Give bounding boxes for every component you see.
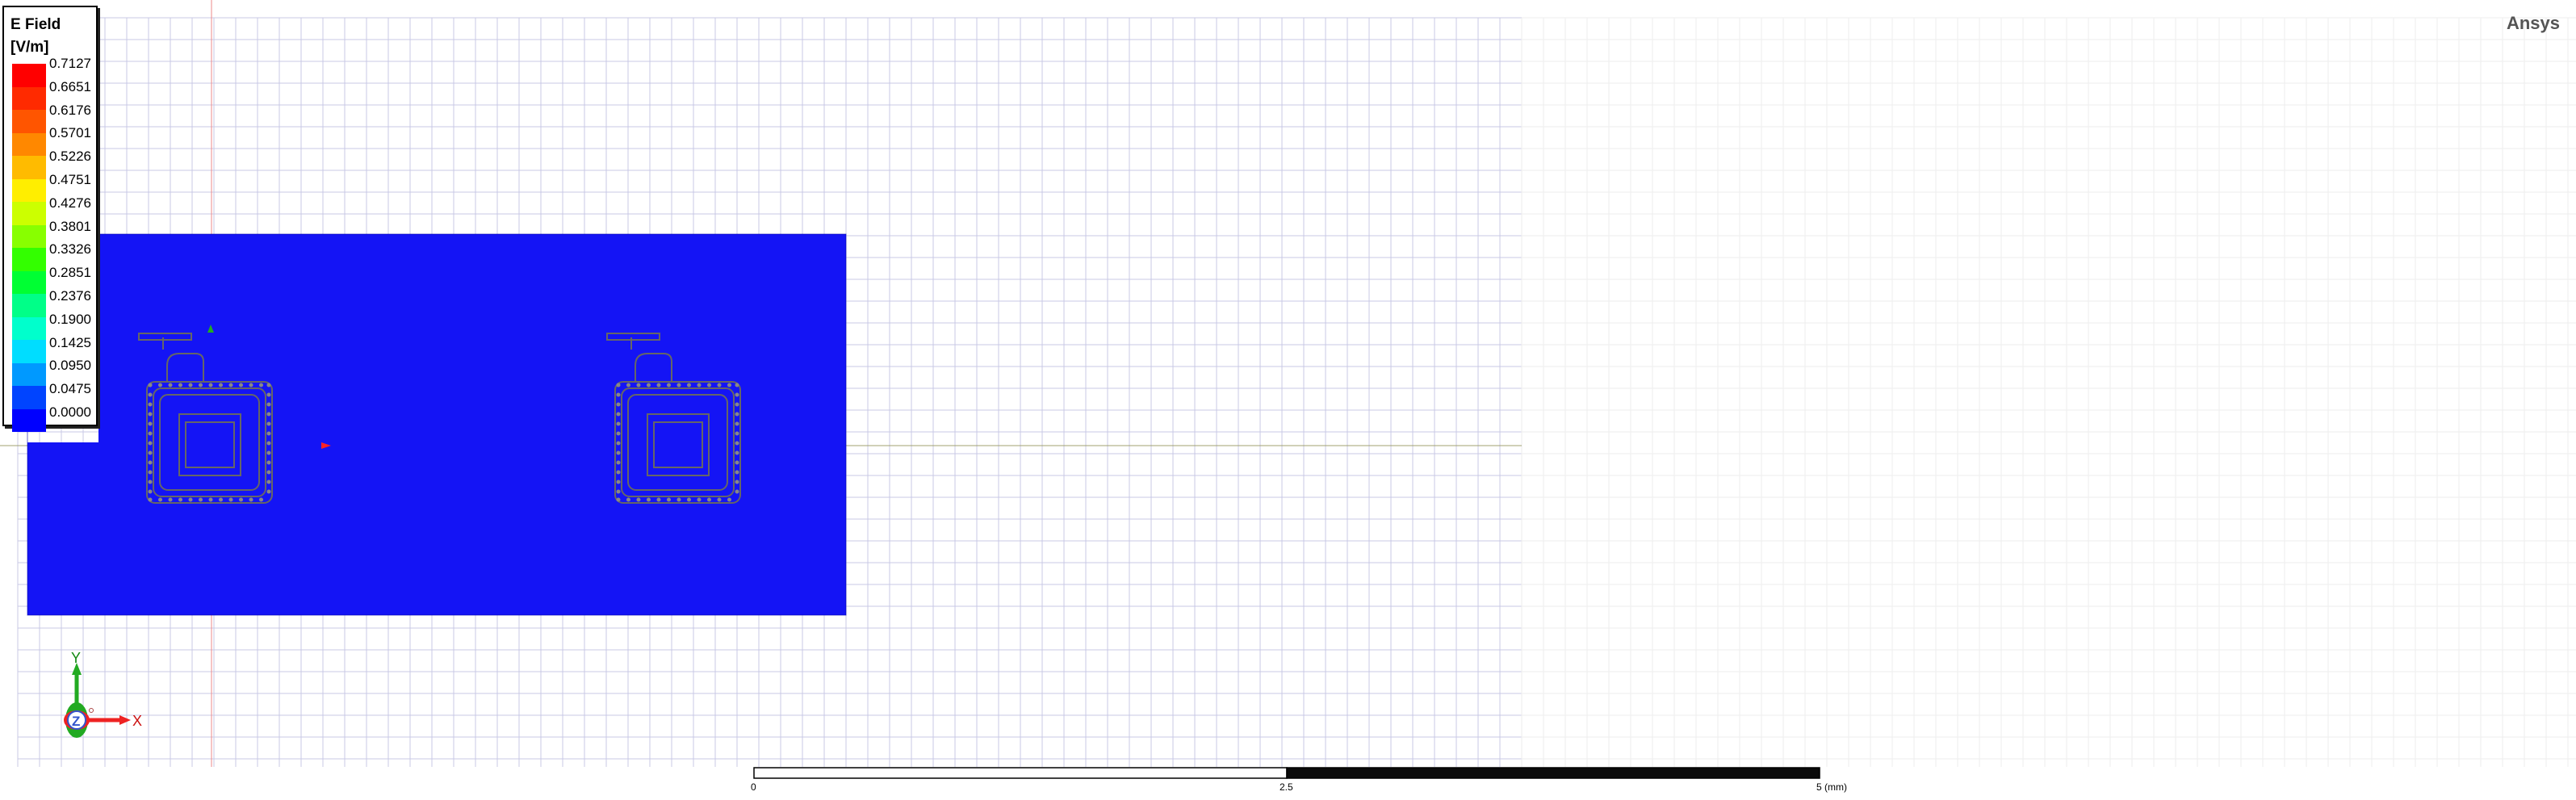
scale-bar (753, 767, 1820, 779)
legend-swatch (12, 362, 46, 386)
model-canvas[interactable] (0, 0, 2576, 800)
legend-swatch (12, 178, 46, 202)
legend-value-label: 0.3326 (49, 241, 91, 258)
legend-value-label: 0.4751 (49, 171, 91, 187)
legend-value-label: 0.4276 (49, 195, 91, 211)
legend-swatch (12, 408, 46, 432)
legend-value-label: 0.6176 (49, 102, 91, 118)
legend-swatch (12, 386, 46, 409)
legend-value-label: 0.2851 (49, 265, 91, 281)
legend-swatch (12, 110, 46, 133)
triad-x-label: X (132, 713, 142, 729)
legend-value-label: 0.5226 (49, 149, 91, 165)
legend-swatch (12, 294, 46, 317)
legend-units: [V/m] (10, 39, 49, 56)
legend-swatch (12, 86, 46, 110)
legend-swatch (12, 316, 46, 340)
legend-value-label: 0.1425 (49, 334, 91, 350)
color-legend[interactable]: E Field [V/m] 0.7127 0.6651 0.6176 0.5701 0.… (2, 6, 98, 432)
legend-value-label: 0.2376 (49, 287, 91, 304)
legend-value-label: 0.5701 (49, 125, 91, 141)
legend-value-label: 0.7127 (49, 56, 91, 71)
legend-value-label: 0.6651 (49, 78, 91, 94)
background-grid-faint (1521, 17, 2576, 767)
legend-swatch (12, 248, 46, 271)
legend-values: 0.7127 0.6651 0.6176 0.5701 0.5226 0.4751 0.42… (49, 57, 91, 429)
legend-value-label: 0.0950 (49, 358, 91, 374)
legend-swatch (12, 270, 46, 294)
axis-triad[interactable]: Y X Z (48, 651, 153, 748)
legend-swatch (12, 132, 46, 156)
legend-swatch (12, 224, 46, 248)
scale-label-0: 0 (751, 781, 756, 793)
legend-swatch (12, 156, 46, 179)
legend-color-bar (12, 64, 46, 432)
legend-title: E Field (10, 16, 61, 33)
scale-label-5mm: 5 (mm) (1816, 781, 1847, 793)
legend-swatch (12, 202, 46, 225)
scale-label-2_5: 2.5 (1280, 781, 1293, 793)
legend-swatch (12, 64, 46, 87)
legend-value-label: 0.0000 (49, 404, 91, 420)
legend-value-label: 0.0475 (49, 381, 91, 397)
legend-swatch (12, 340, 46, 363)
triad-y-label: Y (71, 651, 81, 666)
legend-value-label: 0.3801 (49, 218, 91, 234)
legend-value-label: 0.1900 (49, 311, 91, 327)
brand-logo: Ansys (2506, 13, 2560, 33)
triad-z-label: Z (72, 714, 80, 729)
3d-viewport[interactable]: 0 2.5 5 (mm) Ansys E Field [V/m] 0.7127 0… (0, 0, 2576, 800)
